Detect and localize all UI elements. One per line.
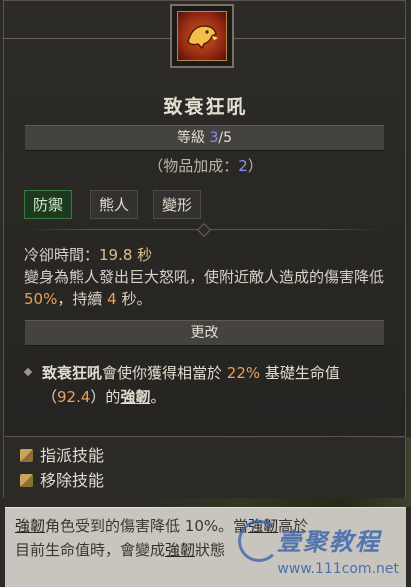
- desc-duration: 4: [107, 290, 117, 308]
- rank-label: 等級: [177, 130, 210, 146]
- key-icon: [20, 449, 33, 462]
- assign-skill-label: 指派技能: [40, 446, 105, 465]
- modifier-description: 致衰狂吼會使你獲得相當於 22% 基礎生命值（92.4）的強韌。: [42, 361, 387, 409]
- tag-werebear: 熊人: [90, 190, 139, 219]
- bear-roar-icon: [177, 11, 227, 61]
- modifier-value: 92.4: [57, 388, 91, 406]
- bonus-value: 2: [238, 157, 248, 175]
- tag-shapeshift: 變形: [153, 190, 202, 219]
- watermark-text: 壹聚教程: [277, 528, 381, 556]
- cooldown-label: 冷卻時間：: [24, 246, 100, 264]
- desc-text-2: ，持續: [57, 290, 108, 308]
- remove-skill-button[interactable]: 移除技能: [20, 469, 104, 493]
- assign-skill-button[interactable]: 指派技能: [20, 444, 104, 468]
- tooltip-text-3: 目前生命值時，會變成: [15, 541, 166, 559]
- skill-rank-bar: 等級 3/5: [25, 125, 384, 151]
- bonus-suffix: ）: [247, 157, 263, 175]
- desc-percent: 50%: [24, 290, 58, 308]
- skill-title: 致衰狂吼: [163, 96, 248, 118]
- key-icon: [20, 474, 33, 487]
- tooltip-text-4: 狀態: [195, 541, 226, 559]
- modifier-percent: 22%: [226, 364, 261, 382]
- skill-description: 冷卻時間：19.8 秒 變身為熊人發出巨大怒吼，使附近敵人造成的傷害降低 50%…: [24, 244, 394, 310]
- tooltip-keyword: 強韌: [15, 517, 46, 535]
- desc-text-3: 秒。: [116, 290, 152, 308]
- tag-defense: 防禦: [24, 190, 73, 219]
- watermark-logo-icon: [238, 520, 280, 562]
- modifier-text-5: 。: [150, 388, 166, 406]
- modifier-text-2: 會使你獲得相當於: [102, 364, 227, 382]
- modifier-header-bar: 更改: [25, 320, 384, 346]
- modifier-skill-name: 致衰狂吼: [42, 364, 103, 382]
- tooltip-text-1: 角色受到的傷害降低 10%。當: [45, 517, 249, 535]
- tooltip-keyword-3: 強韌: [165, 541, 196, 559]
- item-bonus-line: （物品加成：2）: [0, 155, 411, 176]
- rank-max: /5: [218, 130, 232, 146]
- watermark-url: www.111com.net: [277, 561, 399, 577]
- cooldown-value: 19.8 秒: [99, 246, 153, 264]
- modifier-text-4: ）的: [90, 388, 121, 406]
- desc-text-1: 變身為熊人發出巨大怒吼，使附近敵人造成的傷害降低: [24, 268, 385, 286]
- remove-skill-label: 移除技能: [40, 471, 105, 490]
- skill-icon-frame: [170, 4, 234, 68]
- modifier-keyword-link[interactable]: 強韌: [120, 388, 150, 406]
- bonus-prefix: （物品加成：: [148, 157, 239, 175]
